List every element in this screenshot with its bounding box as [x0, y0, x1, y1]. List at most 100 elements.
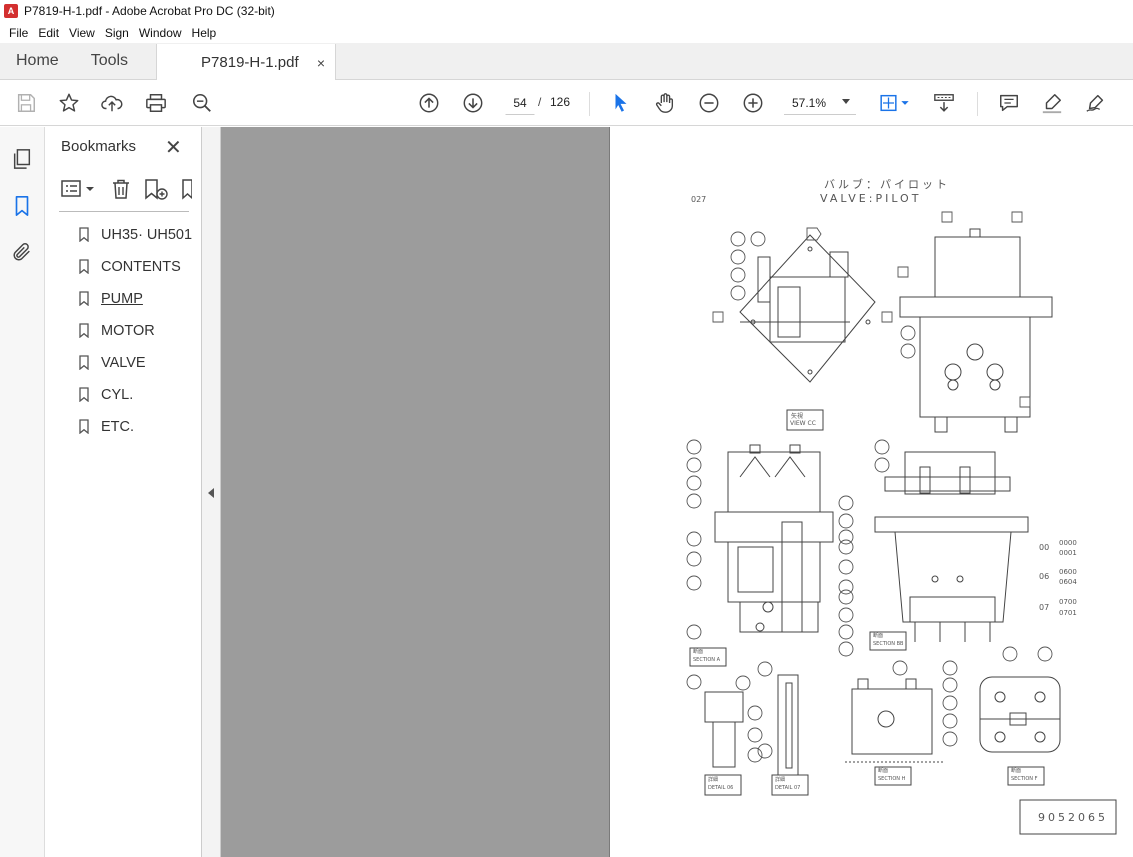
bookmark-more-icon[interactable]: [180, 177, 192, 201]
tab-close-icon[interactable]: ×: [317, 55, 325, 71]
new-bookmark-icon[interactable]: [143, 177, 169, 201]
bookmark-item[interactable]: MOTOR: [45, 315, 201, 347]
section-a-label: SECTION A: [693, 657, 721, 663]
bookmark-icon: [79, 259, 89, 274]
menu-file[interactable]: File: [4, 26, 33, 40]
bookmark-label: ETC.: [101, 419, 135, 435]
bookmark-item[interactable]: UH35· UH501: [45, 219, 201, 251]
print-icon[interactable]: [144, 91, 168, 115]
bookmarks-toolbar: [59, 177, 192, 201]
menu-view[interactable]: View: [64, 26, 100, 40]
part-number: 0700: [1059, 598, 1077, 606]
detail-06-label: DETAIL 06: [708, 785, 734, 791]
page-code: 027: [691, 195, 707, 204]
menu-window[interactable]: Window: [134, 26, 187, 40]
select-cursor-icon[interactable]: [609, 91, 633, 115]
collapse-panel-icon[interactable]: [208, 488, 214, 498]
technical-drawing: [686, 211, 1117, 835]
section-f-label: SECTION F: [1011, 776, 1038, 782]
upload-icon[interactable]: [100, 91, 124, 115]
page-total: 126: [550, 95, 571, 109]
delete-bookmark-icon[interactable]: [110, 177, 132, 201]
part-group-code: 07: [1039, 603, 1050, 612]
left-navigation-rail: [0, 127, 45, 857]
drawing-number: 9052065: [1038, 811, 1108, 824]
star-icon[interactable]: [57, 91, 81, 115]
part-group-code: 00: [1039, 543, 1050, 552]
bookmark-icon: [79, 291, 89, 306]
tab-home[interactable]: Home: [0, 43, 77, 79]
bookmark-item[interactable]: CYL.: [45, 379, 201, 411]
sign-icon[interactable]: [1084, 91, 1108, 115]
page-number-input[interactable]: 54: [505, 91, 535, 115]
bookmarks-title: Bookmarks: [61, 138, 137, 155]
main-toolbar: 54 / 126 57.1%: [0, 80, 1133, 126]
bookmark-item[interactable]: ETC.: [45, 411, 201, 443]
bookmark-icon: [79, 355, 89, 370]
bookmark-options-icon[interactable]: [61, 177, 95, 201]
detail-jp: 詳細: [775, 777, 786, 783]
toolbar-divider: [977, 92, 978, 116]
page-up-icon[interactable]: [417, 91, 441, 115]
bookmarks-divider: [59, 211, 189, 212]
page-thumbnails-icon[interactable]: [10, 147, 34, 171]
part-number: 0604: [1059, 578, 1077, 586]
section-jp: 断面: [878, 768, 889, 774]
drawing-title-jp: バルブ：パイロット: [824, 178, 950, 191]
part-number: 0600: [1059, 568, 1077, 576]
view-label-jp: 矢視: [791, 413, 804, 420]
section-jp: 断面: [693, 649, 704, 655]
bookmark-label: CONTENTS: [101, 259, 181, 275]
bookmark-item[interactable]: VALVE: [45, 347, 201, 379]
detail-jp: 詳細: [708, 777, 719, 783]
close-icon[interactable]: ✕: [165, 135, 182, 160]
save-icon[interactable]: [14, 91, 38, 115]
section-jp: 断面: [1011, 768, 1022, 774]
part-group-code: 06: [1039, 572, 1050, 581]
bookmark-label: CYL.: [101, 387, 134, 403]
document-viewport[interactable]: バルブ：パイロット VALVE:PILOT 027 矢視 VIEW CC 断面 …: [221, 127, 1133, 857]
tab-tools[interactable]: Tools: [77, 43, 142, 79]
detail-07-label: DETAIL 07: [775, 785, 801, 791]
scroll-mode-icon[interactable]: [932, 91, 956, 115]
tab-document-label: P7819-H-1.pdf: [201, 54, 299, 71]
section-h-label: SECTION H: [878, 776, 906, 782]
attachments-icon[interactable]: [10, 240, 34, 264]
tab-bar: Home Tools P7819-H-1.pdf ×: [0, 43, 1133, 81]
bookmark-panel-icon[interactable]: [10, 194, 34, 218]
zoom-out-icon[interactable]: [697, 91, 721, 115]
bookmarks-list: UH35· UH501 CONTENTS PUMP MOTOR VALVE CY…: [45, 219, 201, 443]
menu-edit[interactable]: Edit: [33, 26, 64, 40]
toolbar-divider: [589, 92, 590, 116]
bookmarks-panel: Bookmarks ✕ UH35· UH501 CONTENTS PUMP MO…: [45, 127, 202, 857]
zoom-level-select[interactable]: 57.1%: [784, 91, 856, 115]
page-separator: /: [538, 95, 542, 109]
zoom-dropdown-icon: [842, 99, 850, 104]
fit-page-icon[interactable]: [876, 91, 912, 115]
page-down-icon[interactable]: [461, 91, 485, 115]
pdf-page: バルブ：パイロット VALVE:PILOT 027 矢視 VIEW CC 断面 …: [609, 127, 1133, 857]
menu-bar: File Edit View Sign Window Help: [0, 22, 1133, 43]
highlight-icon[interactable]: [1040, 91, 1064, 115]
bookmark-item[interactable]: CONTENTS: [45, 251, 201, 283]
bookmark-icon: [79, 419, 89, 434]
acrobat-app-icon: A: [4, 4, 18, 18]
window-title: P7819-H-1.pdf - Adobe Acrobat Pro DC (32…: [24, 4, 275, 18]
menu-help[interactable]: Help: [187, 26, 222, 40]
part-number: 0000: [1059, 539, 1077, 547]
menu-sign[interactable]: Sign: [100, 26, 134, 40]
bookmark-label: PUMP: [101, 291, 143, 307]
bookmark-icon: [79, 387, 89, 402]
part-number: 0001: [1059, 549, 1077, 557]
zoom-in-icon[interactable]: [741, 91, 765, 115]
hand-icon[interactable]: [653, 91, 677, 115]
bookmark-item-active[interactable]: PUMP: [45, 283, 201, 315]
bookmark-label: UH35· UH501: [101, 227, 193, 243]
panel-splitter[interactable]: [202, 127, 221, 857]
bookmark-icon: [79, 227, 89, 242]
comment-icon[interactable]: [997, 91, 1021, 115]
zoom-search-icon[interactable]: [190, 91, 214, 115]
tab-document[interactable]: P7819-H-1.pdf ×: [156, 44, 337, 81]
bookmark-label: MOTOR: [101, 323, 155, 339]
drawing-title: VALVE:PILOT: [820, 192, 922, 205]
